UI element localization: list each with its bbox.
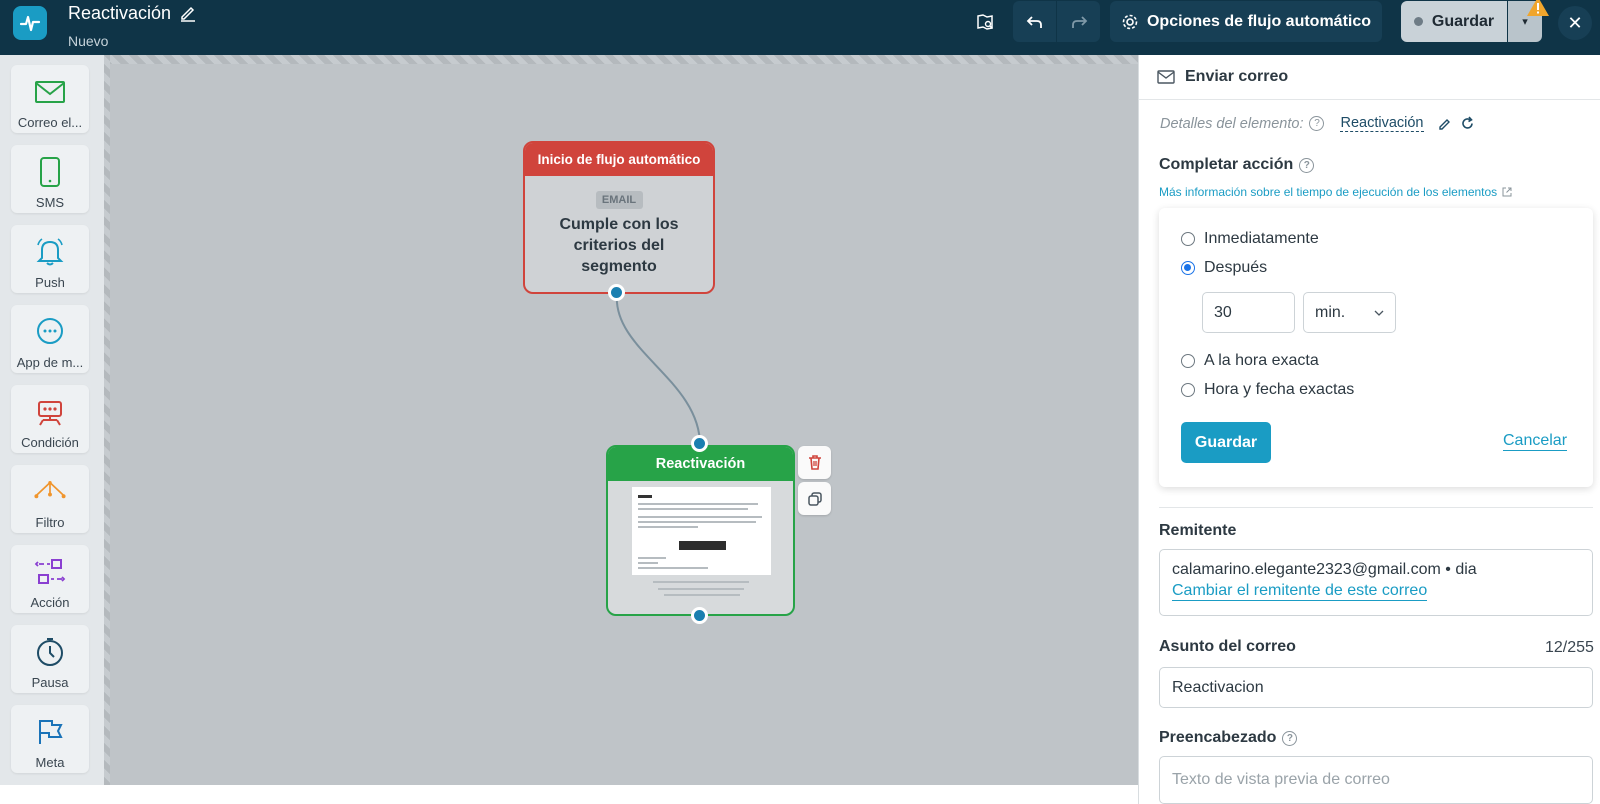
- refresh-icon[interactable]: [1460, 116, 1475, 131]
- delete-node-button[interactable]: [798, 446, 831, 479]
- flow-options-label: Opciones de flujo automático: [1146, 12, 1372, 30]
- email-thumbnail-preview: [632, 487, 771, 575]
- element-settings-panel: Enviar correo Detalles del elemento: ? R…: [1138, 55, 1600, 804]
- preheader-placeholder: Texto de vista previa de correo: [1172, 771, 1390, 788]
- start-node-condition: Cumple con los criterios del segmento: [559, 216, 679, 275]
- execution-time-info-link[interactable]: Más información sobre el tiempo de ejecu…: [1159, 185, 1512, 199]
- email-node[interactable]: Reactivación: [606, 445, 795, 616]
- start-node-output-port[interactable]: [608, 284, 625, 301]
- chevron-down-icon: [1374, 310, 1384, 316]
- trash-icon: [808, 455, 821, 470]
- delay-value-input[interactable]: 30: [1202, 292, 1295, 333]
- details-label: Detalles del elemento:: [1160, 115, 1304, 132]
- complete-action-title: Completar acción ?: [1159, 156, 1315, 174]
- warning-icon[interactable]: [1526, 0, 1550, 17]
- subject-input[interactable]: Reactivacion: [1159, 667, 1593, 708]
- close-button[interactable]: ✕: [1558, 6, 1592, 40]
- sender-field[interactable]: calamarino.elegante2323@gmail.com • dia …: [1159, 549, 1593, 616]
- preheader-input[interactable]: Texto de vista previa de correo: [1159, 756, 1593, 804]
- sender-value: calamarino.elegante2323@gmail.com • dia: [1172, 561, 1477, 578]
- preheader-title: Preencabezado ?: [1159, 729, 1298, 747]
- panel-header: Enviar correo: [1139, 55, 1600, 100]
- radio-after[interactable]: [1181, 261, 1195, 275]
- copy-icon: [807, 491, 822, 506]
- edit-name-icon[interactable]: [1438, 117, 1452, 131]
- complete-action-card: Inmediatamente Después 30 min. A la hora…: [1159, 208, 1593, 487]
- start-node-title: Inicio de flujo automático: [525, 143, 713, 176]
- change-sender-link[interactable]: Cambiar el remitente de este correo: [1172, 582, 1428, 601]
- duplicate-node-button[interactable]: [798, 482, 831, 515]
- trigger-type-badge: EMAIL: [595, 191, 643, 209]
- radio-immediately[interactable]: [1181, 232, 1195, 246]
- option-immediately[interactable]: Inmediatamente: [1181, 230, 1319, 248]
- email-node-output-port[interactable]: [691, 607, 708, 624]
- connector-layer: [615, 293, 701, 446]
- email-node-title: Reactivación: [608, 447, 793, 481]
- status-dot: [1413, 17, 1423, 26]
- delay-unit-select[interactable]: min.: [1303, 292, 1396, 333]
- sender-title: Remitente: [1159, 522, 1237, 539]
- help-icon[interactable]: ?: [1299, 157, 1315, 173]
- subject-char-counter: 12/255: [1545, 639, 1594, 656]
- save-flow-label: Guardar: [1431, 12, 1495, 30]
- start-node[interactable]: Inicio de flujo automático EMAIL Cumple …: [523, 141, 715, 294]
- envelope-icon: [1157, 70, 1175, 84]
- element-details-row: Detalles del elemento: ? Reactivación: [1160, 115, 1475, 132]
- flow-options-button[interactable]: Opciones de flujo automático: [1110, 1, 1382, 42]
- subject-title: Asunto del correo: [1159, 638, 1296, 655]
- save-flow-button[interactable]: Guardar: [1401, 1, 1507, 42]
- help-icon[interactable]: ?: [1282, 730, 1298, 746]
- element-name-link[interactable]: Reactivación: [1340, 115, 1424, 132]
- email-node-input-port[interactable]: [691, 435, 708, 452]
- close-icon: ✕: [1567, 12, 1583, 33]
- help-icon[interactable]: ?: [1309, 116, 1325, 131]
- option-after[interactable]: Después: [1181, 259, 1267, 277]
- section-divider: [1159, 507, 1593, 508]
- external-link-icon: [1502, 187, 1512, 197]
- radio-exact-datetime[interactable]: [1181, 383, 1195, 397]
- option-exact-hour[interactable]: A la hora exacta: [1181, 352, 1319, 370]
- save-action-button[interactable]: Guardar: [1181, 422, 1271, 463]
- radio-exact-hour[interactable]: [1181, 354, 1195, 368]
- cancel-action-button[interactable]: Cancelar: [1503, 432, 1568, 451]
- panel-title: Enviar correo: [1185, 68, 1289, 85]
- option-exact-datetime[interactable]: Hora y fecha exactas: [1181, 381, 1354, 399]
- flow-connector: [615, 293, 701, 446]
